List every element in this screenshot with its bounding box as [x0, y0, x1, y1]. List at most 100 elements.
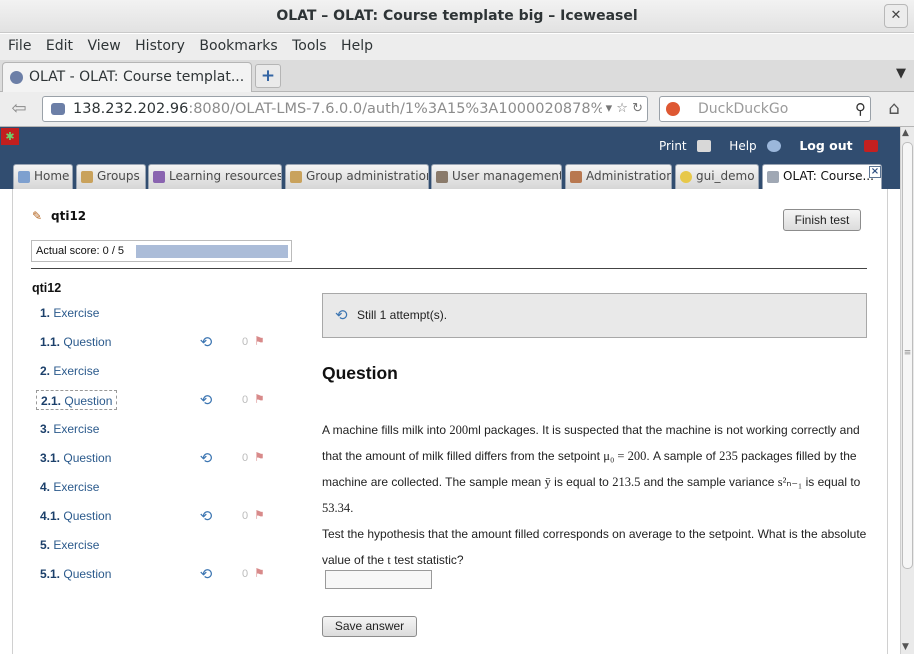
books-icon: [153, 171, 165, 183]
menu-edit[interactable]: Edit: [38, 34, 73, 54]
home-icon[interactable]: ⌂: [882, 97, 906, 121]
browser-tab-title: OLAT - OLAT: Course templat...: [29, 69, 245, 85]
help-link[interactable]: Help: [722, 139, 782, 153]
back-arrow-icon[interactable]: ⇦: [4, 96, 34, 122]
home-icon: [18, 171, 30, 183]
print-link[interactable]: Print: [652, 139, 712, 153]
nav-question-link[interactable]: 3.1. Question: [36, 448, 115, 468]
question-heading: Question: [322, 363, 398, 383]
close-tab-icon[interactable]: ×: [869, 166, 881, 178]
tab-home[interactable]: Home: [13, 164, 73, 189]
reload-icon[interactable]: ↻: [632, 101, 643, 116]
nav-item-number: 4.1.: [40, 509, 61, 523]
nav-item-label: Exercise: [53, 364, 100, 378]
attempts-info-box: ⟲ Still 1 attempt(s).: [322, 293, 867, 338]
question-text: A machine fills milk into 200ml packages…: [322, 423, 867, 567]
history-dropdown-icon[interactable]: ▾: [606, 101, 613, 116]
printer-icon: [697, 140, 712, 152]
menu-help[interactable]: Help: [333, 34, 373, 54]
site-identity-icon[interactable]: [51, 103, 65, 115]
refresh-icon: ⟲: [199, 507, 213, 525]
menu-file[interactable]: File: [0, 34, 31, 54]
course-book-icon: [767, 171, 779, 183]
menu-tools[interactable]: Tools: [284, 34, 327, 54]
nav-exercise-link[interactable]: 1. Exercise: [36, 303, 103, 323]
nav-item-number: 5.1.: [40, 567, 61, 581]
window-titlebar: OLAT – OLAT: Course template big – Icewe…: [0, 0, 914, 33]
question-score: 0: [242, 452, 249, 464]
search-icon[interactable]: ⚲: [855, 97, 866, 121]
tab-list-chevron-icon[interactable]: ▼: [896, 66, 906, 81]
nav-exercise-link[interactable]: 3. Exercise: [36, 419, 103, 439]
url-path: :8080/OLAT-LMS-7.6.0.0/auth/1%3A15%3A100…: [188, 101, 614, 117]
search-bar[interactable]: DuckDuckGo ⚲: [659, 96, 871, 122]
window-close-button[interactable]: ✕: [884, 4, 908, 28]
menu-view[interactable]: View: [79, 34, 120, 54]
tab-administration[interactable]: Administration: [565, 164, 672, 189]
nav-question-link[interactable]: 5.1. Question: [36, 564, 115, 584]
tab-course[interactable]: OLAT: Course...: [762, 164, 882, 189]
divider: [31, 268, 867, 269]
question-score: 0: [242, 510, 249, 522]
menu-history[interactable]: History: [127, 34, 185, 54]
browser-tab[interactable]: OLAT - OLAT: Course templat...: [2, 62, 252, 92]
finish-test-button[interactable]: Finish test: [783, 209, 861, 231]
olat-main-tabs: Home Groups Learning resources Group adm…: [0, 163, 900, 189]
new-tab-button[interactable]: +: [255, 64, 281, 88]
answer-input[interactable]: [325, 570, 432, 589]
groups-icon: [81, 171, 93, 183]
nav-question-link[interactable]: 4.1. Question: [36, 506, 115, 526]
score-progress-bar: [136, 245, 288, 258]
nav-item-number: 5.: [40, 538, 51, 552]
scroll-up-arrow-icon[interactable]: ▲: [902, 128, 909, 138]
nav-item-label: Question: [63, 335, 112, 349]
admin-icon: [570, 171, 582, 183]
nav-item-number: 4.: [40, 480, 51, 494]
nav-item-label: Question: [63, 509, 112, 523]
score-box: Actual score: 0 / 5: [31, 240, 292, 262]
tab-group-administration[interactable]: Group administration: [285, 164, 429, 189]
mark-flag-icon[interactable]: ⚑: [254, 334, 265, 348]
url-bar[interactable]: 138.232.202.96:8080/OLAT-LMS-7.6.0.0/aut…: [42, 96, 648, 122]
refresh-icon: ⟲: [199, 391, 213, 409]
tab-gui-demo[interactable]: gui_demo: [675, 164, 759, 189]
mark-flag-icon[interactable]: ⚑: [254, 450, 265, 464]
debug-bug-icon[interactable]: ✱: [1, 128, 19, 145]
browser-navigation-bar: ⇦ 138.232.202.96:8080/OLAT-LMS-7.6.0.0/a…: [0, 92, 914, 127]
nav-exercise-link[interactable]: 4. Exercise: [36, 477, 103, 497]
refresh-icon: ⟲: [199, 565, 213, 583]
question-score: 0: [242, 336, 249, 348]
nav-exercise-link[interactable]: 5. Exercise: [36, 535, 103, 555]
nav-item-number: 1.1.: [40, 335, 61, 349]
tab-user-management[interactable]: User management: [431, 164, 562, 189]
mark-flag-icon[interactable]: ⚑: [254, 392, 265, 406]
scroll-down-arrow-icon[interactable]: ▼: [902, 642, 909, 652]
url-bar-controls: ▾ ☆ ↻: [601, 97, 643, 121]
nav-item-number: 2.: [40, 364, 51, 378]
refresh-icon: ⟲: [199, 333, 213, 351]
mark-flag-icon[interactable]: ⚑: [254, 508, 265, 522]
question-score: 0: [242, 394, 249, 406]
nav-question-link[interactable]: 2.1. Question: [36, 390, 118, 410]
scroll-thumb[interactable]: ≡: [902, 142, 913, 569]
nav-exercise-link[interactable]: 2. Exercise: [36, 361, 103, 381]
menu-bookmarks[interactable]: Bookmarks: [191, 34, 277, 54]
page-scrollbar[interactable]: ▲ ≡ ▼: [900, 127, 914, 654]
search-engine-icon[interactable]: [666, 102, 680, 116]
bookmark-star-icon[interactable]: ☆: [616, 101, 628, 116]
help-icon: [767, 140, 782, 152]
group-admin-icon: [290, 171, 302, 183]
browser-tab-bar: OLAT - OLAT: Course templat... + ▼: [0, 60, 914, 92]
nav-item-label: Exercise: [53, 422, 100, 436]
power-icon: [864, 140, 878, 152]
tab-groups[interactable]: Groups: [76, 164, 146, 189]
nav-item-number: 2.1.: [41, 394, 62, 408]
logout-link[interactable]: Log out: [792, 138, 878, 153]
save-answer-button[interactable]: Save answer: [322, 616, 417, 637]
nav-question-link[interactable]: 1.1. Question: [36, 332, 115, 352]
nav-item-number: 3.: [40, 422, 51, 436]
mark-flag-icon[interactable]: ⚑: [254, 566, 265, 580]
tab-learning-resources[interactable]: Learning resources: [148, 164, 282, 189]
nav-item-number: 1.: [40, 306, 51, 320]
score-label: Actual score: 0 / 5: [36, 245, 125, 257]
